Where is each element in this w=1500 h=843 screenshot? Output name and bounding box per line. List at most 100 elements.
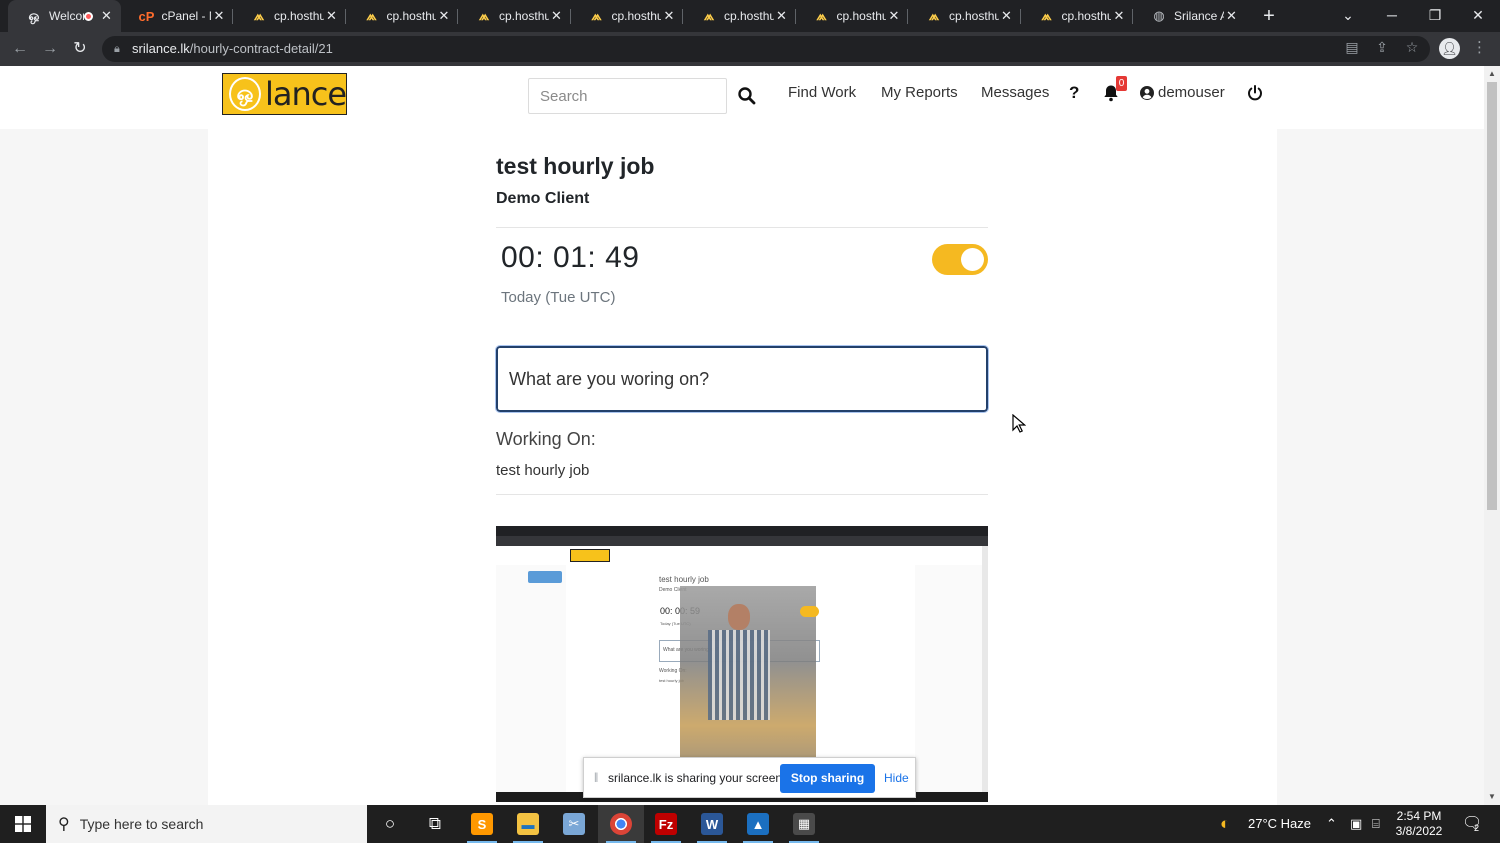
browser-tab-9[interactable]: ⩕ cp.hosthunter ✕ xyxy=(1021,0,1133,32)
system-clock[interactable]: 2:54 PM 3/8/2022 xyxy=(1387,809,1451,839)
address-bar[interactable]: 🔒︎ srilance.lk/hourly-contract-detail/21 xyxy=(102,36,1430,62)
nav-find-work[interactable]: Find Work xyxy=(788,84,856,101)
tray-chevron-icon[interactable]: ⌃ xyxy=(1326,805,1337,843)
question-icon[interactable]: ? xyxy=(1069,83,1079,103)
toggle-knob xyxy=(961,248,984,271)
filezilla-icon[interactable]: Fz xyxy=(643,805,689,843)
close-window-button[interactable]: ✕ xyxy=(1456,0,1500,32)
screen-share-bar: || srilance.lk is sharing your screen. S… xyxy=(583,757,916,798)
restore-button[interactable]: ❐ xyxy=(1413,0,1457,32)
browser-toolbar: ← → ↻ 🔒︎ srilance.lk/hourly-contract-det… xyxy=(0,32,1500,66)
scroll-up-icon[interactable]: ▲ xyxy=(1488,69,1496,78)
hosthunter-icon: ⩕ xyxy=(816,8,827,23)
file-explorer-icon[interactable]: ▬ xyxy=(505,805,551,843)
close-icon[interactable]: ✕ xyxy=(1111,8,1127,24)
time-tracking-toggle[interactable] xyxy=(932,244,988,275)
browser-tab-1[interactable]: cP cPanel - Main ✕ xyxy=(121,0,233,32)
back-arrow-icon[interactable]: ← xyxy=(8,37,32,61)
taskbar-search-box[interactable]: ⚲ Type here to search xyxy=(46,805,367,843)
forward-arrow-icon[interactable]: → xyxy=(38,37,62,61)
browser-tab-2[interactable]: ⩕ cp.hosthunter ✕ xyxy=(233,0,346,32)
scroll-down-icon[interactable]: ▼ xyxy=(1488,792,1496,801)
photos-icon[interactable]: ▲ xyxy=(735,805,781,843)
calculator-icon[interactable]: ▦ xyxy=(781,805,827,843)
tab-title: cp.hosthunter xyxy=(724,9,774,23)
search-input[interactable] xyxy=(528,78,727,114)
page-scrollbar[interactable]: ▲ ▼ xyxy=(1484,66,1500,805)
weather-icon[interactable]: ◐ xyxy=(1220,805,1230,843)
browser-tab-0[interactable]: ஒ Welcome ✕ xyxy=(8,0,121,32)
divider xyxy=(496,227,988,228)
reader-mode-icon[interactable]: ▤ xyxy=(1342,37,1362,57)
snipping-tool-icon[interactable]: ✂ xyxy=(551,805,597,843)
browser-tab-4[interactable]: ⩕ cp.hosthunter ✕ xyxy=(458,0,571,32)
browser-menu-icon[interactable]: ⋮ xyxy=(1472,38,1487,56)
sublime-text-icon[interactable]: S xyxy=(459,805,505,843)
scroll-thumb[interactable] xyxy=(1487,82,1497,510)
drag-handle-icon[interactable]: || xyxy=(594,772,598,783)
browser-tab-3[interactable]: ⩕ cp.hosthunter ✕ xyxy=(346,0,458,32)
task-description-input[interactable] xyxy=(495,345,989,413)
bookmark-star-icon[interactable]: ☆ xyxy=(1402,37,1422,57)
lock-icon: 🔒︎ xyxy=(114,43,120,55)
taskbar-search-placeholder: Type here to search xyxy=(79,816,204,832)
windows-start-button[interactable] xyxy=(0,805,46,843)
browser-tab-7[interactable]: ⩕ cp.hosthunter ✕ xyxy=(796,0,908,32)
tab-title: cp.hosthunter xyxy=(499,9,549,23)
new-tab-button[interactable]: + xyxy=(1258,4,1280,28)
url-host: srilance.lk xyxy=(132,41,190,56)
site-logo[interactable]: ஒ lance xyxy=(222,73,347,115)
tab-title: cp.hosthunter xyxy=(386,9,437,23)
weather-text[interactable]: 27°C Haze xyxy=(1248,805,1311,843)
globe-icon: ◍ xyxy=(1153,8,1165,23)
browser-tab-10[interactable]: ◍ Srilance Admin ✕ xyxy=(1133,0,1246,32)
close-icon[interactable]: ✕ xyxy=(99,8,115,24)
close-icon[interactable]: ✕ xyxy=(1224,8,1240,24)
user-circle-icon xyxy=(1140,86,1154,100)
chrome-icon[interactable] xyxy=(598,805,644,843)
mouse-cursor-icon xyxy=(1012,414,1026,433)
tab-search-chevron-icon[interactable]: ⌄ xyxy=(1326,0,1370,32)
close-icon[interactable]: ✕ xyxy=(324,8,340,24)
tab-title: cp.hosthunter xyxy=(836,9,887,23)
timer-display: 00: 01: 49 xyxy=(501,241,640,274)
cpanel-icon: cP xyxy=(138,8,155,24)
hosthunter-icon: ⩕ xyxy=(366,8,377,23)
notification-center-icon[interactable]: 🗨︎ 2 xyxy=(1462,805,1482,843)
close-icon[interactable]: ✕ xyxy=(211,8,227,24)
hosthunter-icon: ⩕ xyxy=(591,8,602,23)
cortana-icon[interactable]: ○ xyxy=(367,805,413,843)
share-icon[interactable]: ⇪ xyxy=(1372,37,1392,57)
profile-avatar-icon[interactable]: 👤︎ xyxy=(1439,38,1460,59)
device-icon[interactable]: ▣ xyxy=(1350,805,1362,843)
notification-badge: 0 xyxy=(1116,76,1127,91)
share-message: srilance.lk is sharing your screen. xyxy=(608,771,786,785)
power-icon[interactable] xyxy=(1247,85,1263,101)
word-icon[interactable]: W xyxy=(689,805,735,843)
close-icon[interactable]: ✕ xyxy=(999,8,1015,24)
close-icon[interactable]: ✕ xyxy=(436,8,452,24)
browser-tab-strip: ஒ Welcome ✕ cP cPanel - Main ✕ ⩕ cp.host… xyxy=(0,0,1500,32)
timer-caption: Today (Tue UTC) xyxy=(501,289,616,306)
minimize-button[interactable]: ─ xyxy=(1370,0,1414,32)
nav-messages[interactable]: Messages xyxy=(981,84,1049,101)
tab-title: cPanel - Main xyxy=(161,9,212,23)
close-icon[interactable]: ✕ xyxy=(549,8,565,24)
stop-sharing-button[interactable]: Stop sharing xyxy=(780,764,875,793)
browser-tab-6[interactable]: ⩕ cp.hosthunter ✕ xyxy=(683,0,796,32)
network-icon[interactable]: ⌸ xyxy=(1372,805,1380,843)
user-menu[interactable]: demouser xyxy=(1158,84,1225,101)
contract-detail-card: test hourly job Demo Client 00: 01: 49 T… xyxy=(208,129,1277,805)
search-icon[interactable] xyxy=(737,85,757,107)
task-view-icon[interactable]: ⧉ xyxy=(412,805,458,843)
nav-my-reports[interactable]: My Reports xyxy=(881,84,958,101)
hide-share-bar-button[interactable]: Hide xyxy=(884,771,909,785)
close-icon[interactable]: ✕ xyxy=(886,8,902,24)
working-on-value: test hourly job xyxy=(496,462,590,479)
close-icon[interactable]: ✕ xyxy=(661,8,677,24)
browser-tab-8[interactable]: ⩕ cp.hosthunter ✕ xyxy=(908,0,1021,32)
browser-tab-5[interactable]: ⩕ cp.hosthunter ✕ xyxy=(571,0,683,32)
hosthunter-icon: ⩕ xyxy=(703,8,715,23)
reload-icon[interactable]: ↻ xyxy=(68,37,92,61)
close-icon[interactable]: ✕ xyxy=(774,8,790,24)
